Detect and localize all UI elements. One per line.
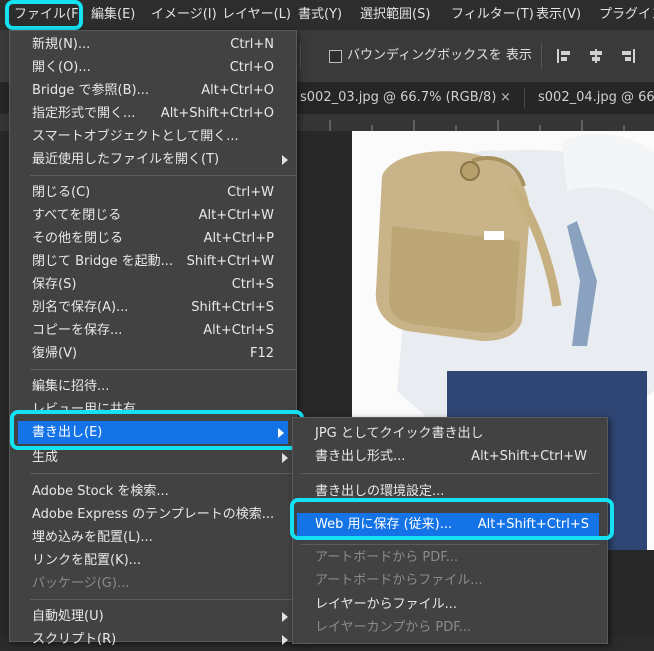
- submenu-arrow-icon: [282, 155, 288, 165]
- menu-edit[interactable]: 編集(E): [91, 0, 135, 30]
- menu-item-place-embedded[interactable]: 埋め込みを配置(L)...: [10, 526, 296, 549]
- menu-item-search-express-templates[interactable]: Adobe Express のテンプレートの検索...: [10, 503, 296, 526]
- menu-item-place-linked[interactable]: リンクを配置(K)...: [10, 549, 296, 572]
- tab-s002-04[interactable]: s002_04.jpg @ 66: [538, 82, 654, 114]
- options-divider: [300, 44, 301, 68]
- menu-plugins[interactable]: プラグイン: [599, 0, 654, 30]
- menu-item-revert[interactable]: 復帰(V) F12: [10, 342, 296, 365]
- menu-select[interactable]: 選択範囲(S): [360, 0, 430, 30]
- menu-item-export-preferences[interactable]: 書き出しの環境設定...: [293, 480, 607, 503]
- submenu-arrow-icon: [282, 635, 288, 645]
- align-left-icon[interactable]: [556, 48, 572, 64]
- menu-separator: [30, 175, 296, 176]
- bounding-box-checkbox[interactable]: [329, 50, 342, 63]
- menu-item-close-all[interactable]: すべてを閉じる Alt+Ctrl+W: [10, 204, 296, 227]
- menu-item-invite-to-edit[interactable]: 編集に招待...: [10, 375, 296, 398]
- menu-item-search-adobe-stock[interactable]: Adobe Stock を検索...: [10, 480, 296, 503]
- menu-view[interactable]: 表示(V): [536, 0, 581, 30]
- menu-filter[interactable]: フィルター(T): [451, 0, 534, 30]
- menu-separator: [30, 599, 296, 600]
- menu-item-export[interactable]: 書き出し(E): [18, 421, 288, 444]
- options-divider: [541, 43, 542, 69]
- menu-item-close-and-go-to-bridge[interactable]: 閉じて Bridge を起動... Shift+Ctrl+W: [10, 250, 296, 273]
- menu-item-artboards-to-pdf: アートボードから PDF...: [315, 550, 458, 565]
- menu-item-open-recent[interactable]: 最近使用したファイルを開く(T): [10, 148, 296, 171]
- menu-item-automate[interactable]: 自動処理(U): [10, 605, 296, 628]
- menu-separator: [30, 369, 296, 370]
- align-center-icon[interactable]: [588, 48, 604, 64]
- file-menu: 新規(N)... Ctrl+N 開く(O)... Ctrl+O Bridge で参照…: [9, 30, 297, 647]
- menu-item-close-others[interactable]: その他を閉じる Alt+Ctrl+P: [10, 227, 296, 250]
- menu-item-artboards-to-files: アートボードからファイル...: [315, 573, 483, 588]
- menu-item-layers-to-files[interactable]: レイヤーからファイル...: [293, 593, 607, 616]
- tab-close-icon[interactable]: ×: [500, 82, 511, 114]
- menu-item-scripts[interactable]: スクリプト(R): [10, 628, 296, 651]
- menu-separator: [301, 473, 599, 474]
- menu-item-save-as[interactable]: 別名で保存(A)... Shift+Ctrl+S: [10, 296, 296, 319]
- menu-item-open-as[interactable]: 指定形式で開く... Alt+Shift+Ctrl+O: [10, 102, 296, 125]
- menu-separator: [301, 544, 599, 545]
- menu-item-export-as[interactable]: 書き出し形式... Alt+Shift+Ctrl+W: [293, 445, 607, 468]
- menu-image[interactable]: イメージ(I): [151, 0, 217, 30]
- menu-bar: ファイル(F) 編集(E) イメージ(I) レイヤー(L) 書式(Y) 選択範囲…: [0, 0, 654, 30]
- menu-file[interactable]: ファイル(F): [14, 0, 84, 30]
- menu-item-generate[interactable]: 生成: [10, 446, 296, 469]
- export-submenu: JPG としてクイック書き出し 書き出し形式... Alt+Shift+Ctrl+…: [292, 417, 608, 644]
- menu-item-open-smart-object[interactable]: スマートオブジェクトとして開く...: [10, 125, 296, 148]
- align-right-icon[interactable]: [620, 48, 636, 64]
- bounding-box-label: バウンディングボックスを 表示: [347, 48, 532, 63]
- menu-item-open[interactable]: 開く(O)... Ctrl+O: [10, 56, 296, 79]
- menu-item-save-for-web[interactable]: Web 用に保存 (従来)... Alt+Shift+Ctrl+S: [297, 513, 599, 536]
- submenu-arrow-icon: [278, 428, 284, 438]
- submenu-arrow-icon: [282, 453, 288, 463]
- menu-type[interactable]: 書式(Y): [298, 0, 342, 30]
- menu-item-save-copy[interactable]: コピーを保存... Alt+Ctrl+S: [10, 319, 296, 342]
- menu-item-share-for-review[interactable]: レビュー用に共有...: [10, 398, 296, 421]
- menu-item-browse-bridge[interactable]: Bridge で参照(B)... Alt+Ctrl+O: [10, 79, 296, 102]
- submenu-arrow-icon: [282, 612, 288, 622]
- menu-item-save[interactable]: 保存(S) Ctrl+S: [10, 273, 296, 296]
- menu-item-quick-export-jpg[interactable]: JPG としてクイック書き出し: [293, 422, 607, 445]
- menu-layer[interactable]: レイヤー(L): [222, 0, 291, 30]
- menu-item-new[interactable]: 新規(N)... Ctrl+N: [10, 33, 296, 56]
- tab-divider: [524, 88, 525, 108]
- menu-item-close[interactable]: 閉じる(C) Ctrl+W: [10, 181, 296, 204]
- tab-s002-03[interactable]: s002_03.jpg @ 66.7% (RGB/8): [300, 82, 496, 114]
- menu-separator: [30, 473, 296, 474]
- menu-item-layer-comps-to-pdf: レイヤーカンプから PDF...: [315, 620, 471, 635]
- menu-item-package: パッケージ(G)...: [32, 576, 130, 591]
